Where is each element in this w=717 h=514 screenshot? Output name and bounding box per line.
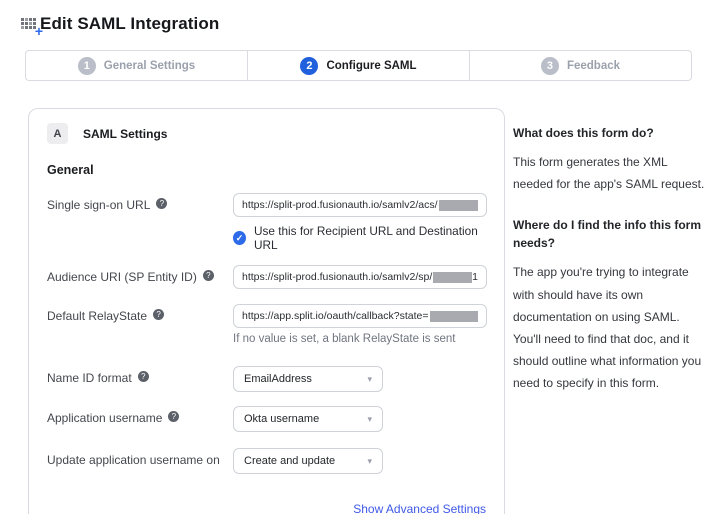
page-title: Edit SAML Integration — [40, 14, 219, 34]
chevron-down-icon: ▾ — [367, 374, 372, 385]
field-row-application-username: Application username ? Okta username ▾ — [47, 406, 486, 432]
application-username-label-wrap: Application username ? — [47, 406, 233, 432]
step-1-number: 1 — [78, 57, 96, 75]
section-header: A SAML Settings — [47, 123, 486, 144]
name-id-format-label-wrap: Name ID format ? — [47, 366, 233, 392]
help-icon[interactable]: ? — [203, 270, 214, 281]
step-1-label: General Settings — [104, 60, 195, 72]
section-badge: A — [47, 123, 68, 144]
application-username-value: Okta username — [244, 413, 319, 425]
redacted-value-block — [439, 200, 478, 211]
recipient-destination-checkbox-row: ✓ Use this for Recipient URL and Destina… — [233, 224, 486, 252]
help-icon[interactable]: ? — [156, 198, 167, 209]
section-title: SAML Settings — [83, 127, 167, 141]
update-username-label: Update application username on — [47, 453, 220, 467]
help-icon[interactable]: ? — [138, 371, 149, 382]
field-row-relay-state: Default RelayState ? https://app.split.i… — [47, 304, 486, 345]
step-2-number: 2 — [300, 57, 318, 75]
field-row-audience-uri: Audience URI (SP Entity ID) ? https://sp… — [47, 265, 486, 289]
help-question-2: Where do I find the info this form needs… — [513, 216, 709, 252]
field-row-name-id-format: Name ID format ? EmailAddress ▾ — [47, 366, 486, 392]
step-configure-saml[interactable]: 2 Configure SAML — [247, 51, 469, 80]
app-grid-plus-icon: + — [21, 18, 38, 31]
sso-url-input[interactable]: https://split-prod.fusionauth.io/samlv2/… — [233, 193, 487, 217]
checkbox-checked-icon[interactable]: ✓ — [233, 231, 246, 245]
application-username-select[interactable]: Okta username ▾ — [233, 406, 383, 432]
relay-state-value: https://app.split.io/oauth/callback?stat… — [242, 310, 429, 322]
redacted-value-block — [433, 272, 472, 283]
audience-uri-input[interactable]: https://split-prod.fusionauth.io/samlv2/… — [233, 265, 487, 289]
chevron-down-icon: ▾ — [367, 456, 372, 467]
audience-uri-label-wrap: Audience URI (SP Entity ID) ? — [47, 265, 233, 289]
relay-state-label-wrap: Default RelayState ? — [47, 304, 233, 345]
step-feedback[interactable]: 3 Feedback — [469, 51, 691, 80]
field-row-update-username: Update application username on Create an… — [47, 448, 486, 474]
advanced-settings-row: Show Advanced Settings — [47, 500, 486, 514]
application-username-label: Application username — [47, 411, 162, 425]
saml-settings-card: A SAML Settings General Single sign-on U… — [28, 108, 505, 514]
step-2-label: Configure SAML — [326, 60, 416, 72]
help-sidebar: What does this form do? This form genera… — [513, 108, 709, 416]
relay-state-input[interactable]: https://app.split.io/oauth/callback?stat… — [233, 304, 487, 328]
page-header: + Edit SAML Integration — [0, 0, 717, 34]
name-id-format-select[interactable]: EmailAddress ▾ — [233, 366, 383, 392]
chevron-down-icon: ▾ — [367, 414, 372, 425]
update-username-value: Create and update — [244, 455, 335, 467]
audience-uri-suffix: 1 — [472, 271, 478, 283]
wizard-stepper: 1 General Settings 2 Configure SAML 3 Fe… — [25, 50, 692, 81]
show-advanced-settings-link[interactable]: Show Advanced Settings — [353, 502, 486, 514]
recipient-destination-checkbox-label: Use this for Recipient URL and Destinati… — [254, 224, 486, 252]
update-username-select[interactable]: Create and update ▾ — [233, 448, 383, 474]
help-icon[interactable]: ? — [168, 411, 179, 422]
redacted-value-block — [430, 311, 479, 322]
update-username-label-wrap: Update application username on — [47, 448, 233, 474]
plus-icon: + — [35, 24, 43, 38]
group-title-general: General — [47, 163, 486, 177]
field-row-sso-url: Single sign-on URL ? https://split-prod.… — [47, 193, 486, 252]
relay-state-hint: If no value is set, a blank RelayState i… — [233, 333, 486, 345]
help-icon[interactable]: ? — [153, 309, 164, 320]
audience-uri-value: https://split-prod.fusionauth.io/samlv2/… — [242, 271, 432, 283]
audience-uri-label: Audience URI (SP Entity ID) — [47, 270, 197, 284]
help-question-1: What does this form do? — [513, 124, 709, 142]
name-id-format-label: Name ID format — [47, 371, 132, 385]
step-general-settings[interactable]: 1 General Settings — [26, 51, 247, 80]
name-id-format-value: EmailAddress — [244, 373, 312, 385]
sso-url-label: Single sign-on URL — [47, 198, 150, 212]
relay-state-label: Default RelayState — [47, 309, 147, 323]
help-answer-1: This form generates the XML needed for t… — [513, 151, 709, 195]
sso-url-value: https://split-prod.fusionauth.io/samlv2/… — [242, 199, 438, 211]
step-3-number: 3 — [541, 57, 559, 75]
help-answer-2: The app you're trying to integrate with … — [513, 261, 709, 394]
sso-url-label-wrap: Single sign-on URL ? — [47, 193, 233, 252]
step-3-label: Feedback — [567, 60, 620, 72]
